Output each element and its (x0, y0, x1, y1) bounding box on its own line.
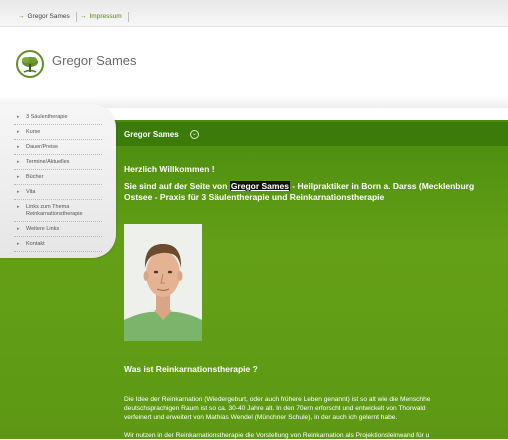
arrow-icon: ▸ (17, 114, 20, 120)
portrait-photo (124, 224, 202, 341)
body-paragraph-line: deutschsprachigen Raum ist so ca. 30-40 … (124, 405, 426, 412)
arrow-icon: ▸ (17, 226, 20, 232)
sidebar-item-dauer-preise[interactable]: ▸ Dauer/Preise (14, 140, 102, 155)
sidebar: ▸ 3 Säulentherapie ▸ Kurse ▸ Dauer/Preise ▸… (0, 104, 116, 258)
sidebar-item-label: Kurse (26, 129, 41, 135)
sidebar-item-label: Links zum Thema Reinkarnationstherapie (26, 204, 83, 217)
sidebar-item-termine[interactable]: ▸ Termine/Aktuelles (14, 155, 102, 170)
arrow-icon: ▸ (17, 204, 20, 210)
gregor-sames-link[interactable]: Gregor Sames (229, 181, 290, 191)
arrow-icon: → (80, 13, 87, 20)
arrow-icon: ▸ (17, 174, 20, 180)
arrow-icon: → (18, 13, 25, 20)
welcome-heading: Herzlich Willkommen ! (124, 164, 215, 174)
sidebar-item-label: Kontakt (26, 241, 45, 247)
topnav-label: Impressum (89, 13, 122, 20)
sidebar-item-kontakt[interactable]: ▸ Kontakt (14, 237, 102, 252)
topnav-label: Gregor Sames (27, 13, 70, 20)
topnav-link-gregor-sames[interactable]: → Gregor Sames (12, 12, 77, 22)
sidebar-item-3-saeulentherapie[interactable]: ▸ 3 Säulentherapie (14, 110, 102, 125)
sidebar-item-weitere-links[interactable]: ▸ Weitere Links (14, 222, 102, 237)
arrow-icon: ▸ (17, 129, 20, 135)
body-paragraph-line: Die Idee der Reinkarnation (Wiedergeburt… (124, 396, 431, 403)
sidebar-item-vita[interactable]: ▸ Vita (14, 185, 102, 200)
intro-text-line2: Ostsee - Praxis für 3 Säulentherapie und… (124, 192, 385, 202)
sidebar-item-label: Termine/Aktuelles (26, 159, 70, 165)
intro-text: Sie sind auf der Seite von Gregor Sames … (124, 181, 508, 203)
sidebar-item-buecher[interactable]: ▸ Bücher (14, 170, 102, 185)
arrow-icon: ▸ (17, 241, 20, 247)
arrow-icon: ▸ (17, 144, 20, 150)
sidebar-item-label: Dauer/Preise (26, 144, 59, 150)
brand-title[interactable]: Gregor Sames (52, 53, 137, 68)
sidebar-item-links-reinkarnation[interactable]: ▸ Links zum Thema Reinkarnationstherapie (14, 200, 102, 222)
section-heading: Was ist Reinkarnationstherapie ? (124, 364, 258, 374)
body-paragraph-line: verfeinert und erweitert von Mathias Wen… (124, 414, 398, 421)
sidebar-item-label: Vita (26, 189, 36, 195)
sidebar-item-label: Bücher (26, 174, 44, 180)
tree-logo-icon[interactable] (16, 50, 44, 78)
breadcrumb[interactable]: Gregor Sames (124, 130, 179, 139)
chevron-down-icon[interactable]: ⌄ (190, 130, 199, 139)
topnav-link-impressum[interactable]: → Impressum (74, 12, 129, 22)
arrow-icon: ▸ (17, 189, 20, 195)
sidebar-nav: ▸ 3 Säulentherapie ▸ Kurse ▸ Dauer/Preise ▸… (14, 110, 102, 252)
sidebar-item-kurse[interactable]: ▸ Kurse (14, 125, 102, 140)
intro-text-start: Sie sind auf der Seite von (124, 181, 230, 191)
body-paragraph: Die Idee der Reinkarnation (Wiedergeburt… (124, 395, 508, 422)
intro-text-end: - Heilpraktiker in Born a. Darss (Meckle… (289, 181, 475, 191)
sidebar-item-label: Weitere Links (26, 226, 60, 232)
sidebar-item-label: 3 Säulentherapie (26, 114, 68, 120)
arrow-icon: ▸ (17, 159, 20, 165)
